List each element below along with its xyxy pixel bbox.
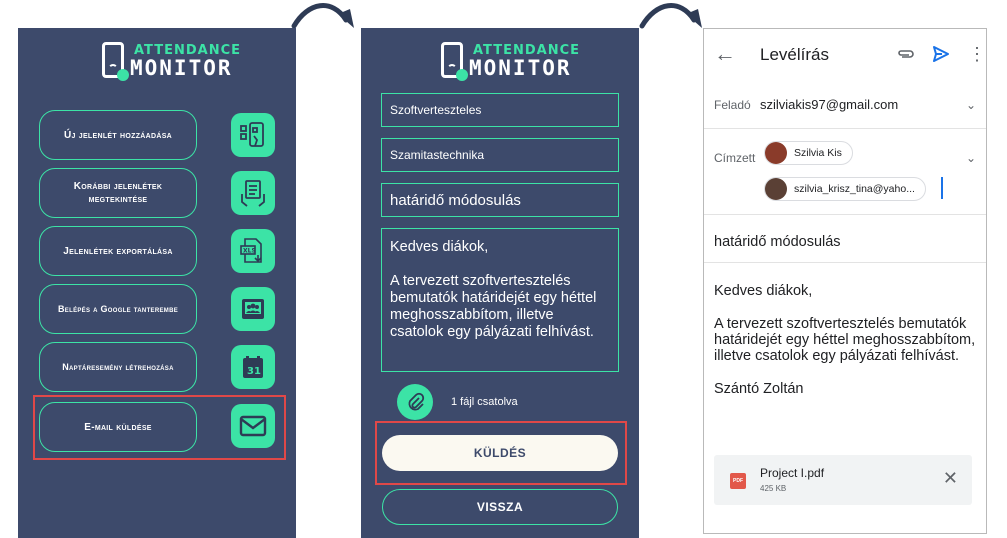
calendar-event-button[interactable]: Naptáresemény létrehozása xyxy=(39,342,197,392)
chevron-down-icon[interactable]: ⌄ xyxy=(966,151,976,165)
svg-text:XLS: XLS xyxy=(243,248,256,255)
email-body[interactable]: Kedves diákok, A tervezett szoftverteszt… xyxy=(714,283,984,414)
subject-area-field[interactable]: Szamitastechnika xyxy=(381,138,619,172)
body-signature: Szántó Zoltán xyxy=(714,381,804,397)
attachment-status: 1 fájl csatolva xyxy=(451,396,518,408)
recipient-chip-2[interactable]: szilvia_krisz_tina@yaho... xyxy=(764,177,926,201)
xls-export-icon[interactable]: XLS xyxy=(231,229,275,273)
avatar xyxy=(765,142,787,164)
logo-text-monitor: MONITOR xyxy=(130,56,233,80)
menu-screen: ATTENDANCE MONITOR Új jelenlét hozzáadás… xyxy=(18,28,296,538)
google-classroom-button[interactable]: Belépés a Google tanterembe xyxy=(39,284,197,334)
export-attendance-button[interactable]: Jelenlétek exportálása xyxy=(39,226,197,276)
close-icon[interactable]: ✕ xyxy=(943,469,958,487)
from-row[interactable]: Feladó szilviakis97@gmail.com ⌄ xyxy=(704,81,986,129)
from-label: Feladó xyxy=(714,98,751,112)
pdf-icon: PDF xyxy=(730,473,746,489)
app-logo: ATTENDANCE MONITOR xyxy=(361,42,639,84)
qr-phone-icon[interactable] xyxy=(231,113,275,157)
recipient-name-2: szilvia_krisz_tina@yaho... xyxy=(794,183,915,195)
recipient-chip-1[interactable]: Szilvia Kis xyxy=(764,141,853,165)
attachment-card[interactable]: PDF Project I.pdf 425 KB ✕ xyxy=(714,455,972,505)
svg-text:31: 31 xyxy=(247,366,261,377)
text-cursor xyxy=(941,177,943,199)
back-button[interactable]: VISSZA xyxy=(382,489,618,525)
to-label: Címzett xyxy=(714,151,756,165)
send-button[interactable]: KÜLDÉS xyxy=(382,435,618,471)
more-vert-icon[interactable]: ⋮ xyxy=(968,43,986,65)
message-textarea[interactable]: Kedves diákok, A tervezett szoftverteszt… xyxy=(381,228,619,372)
compose-title: Levélírás xyxy=(760,45,829,64)
new-attendance-button[interactable]: Új jelenlét hozzáadása xyxy=(39,110,197,160)
clipboard-hand-icon[interactable] xyxy=(231,171,275,215)
phone-wifi-logo-icon xyxy=(441,42,468,81)
attach-icon[interactable] xyxy=(897,47,915,61)
chevron-down-icon[interactable]: ⌄ xyxy=(966,98,976,112)
compose-toolbar: ← Levélírás ⋮ xyxy=(704,29,986,81)
app-logo: ATTENDANCE MONITOR xyxy=(18,42,296,84)
email-subject-field[interactable]: határidő módosulás xyxy=(381,183,619,217)
calendar-icon[interactable]: 31 xyxy=(231,345,275,389)
avatar xyxy=(765,178,787,200)
phone-wifi-logo-icon xyxy=(102,42,129,81)
flow-arrow-2-icon xyxy=(639,3,702,29)
attachment-name: Project I.pdf xyxy=(760,466,825,480)
paperclip-icon[interactable] xyxy=(397,384,433,420)
attachment-size: 425 KB xyxy=(760,484,787,493)
recipient-name-1: Szilvia Kis xyxy=(794,147,842,159)
body-greeting: Kedves diákok, xyxy=(714,283,813,299)
back-arrow-icon[interactable]: ← xyxy=(714,43,736,65)
course-field[interactable]: Szoftverteszteles xyxy=(381,93,619,127)
mail-icon[interactable] xyxy=(231,404,275,448)
to-row[interactable]: Címzett Szilvia Kis szilvia_krisz_tina@y… xyxy=(704,129,986,215)
subject-text[interactable]: határidő módosulás xyxy=(714,234,841,250)
from-value: szilviakis97@gmail.com xyxy=(760,97,899,112)
classroom-icon[interactable] xyxy=(231,287,275,331)
send-icon[interactable] xyxy=(932,45,950,63)
message-body: A tervezett szoftvertesztelés bemutatók … xyxy=(390,273,597,340)
send-email-button[interactable]: E-mail küldése xyxy=(39,402,197,452)
body-text: A tervezett szoftvertesztelés bemutatók … xyxy=(714,316,976,364)
view-attendance-button[interactable]: Korábbi jelenlétek megtekintése xyxy=(39,168,197,218)
gmail-compose-screen: ← Levélírás ⋮ Feladó szilviakis97@gmail.… xyxy=(703,28,987,534)
email-form-screen: ATTENDANCE MONITOR Szoftverteszteles Sza… xyxy=(361,28,639,538)
message-greeting: Kedves diákok, xyxy=(390,239,489,255)
flow-arrow-1-icon xyxy=(291,3,354,29)
logo-text-monitor: MONITOR xyxy=(469,56,572,80)
